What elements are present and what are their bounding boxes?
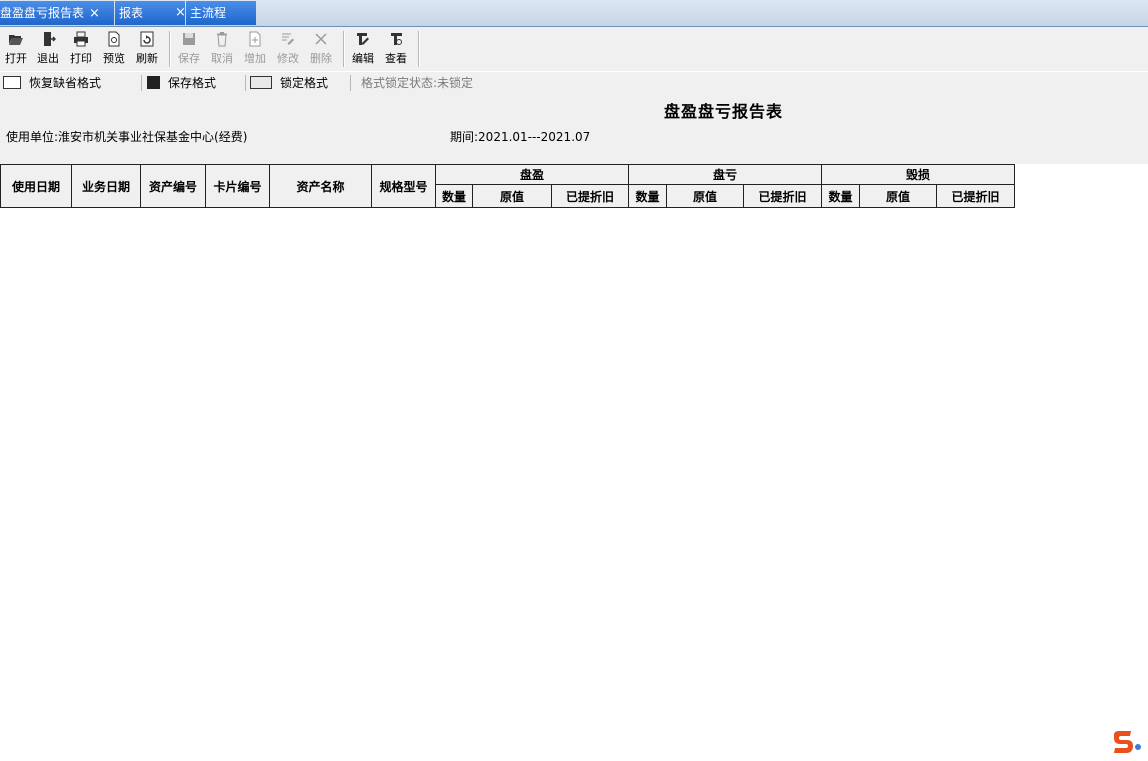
column-header-loss-depreciation[interactable]: 已提折旧 bbox=[744, 185, 822, 208]
toolbar-separator bbox=[169, 31, 171, 67]
edit-button[interactable]: 编辑 bbox=[348, 29, 378, 69]
restore-icon bbox=[3, 76, 21, 89]
delete-button[interactable]: 删除 bbox=[306, 29, 336, 69]
tab-label: 报表 bbox=[119, 6, 144, 20]
column-header-gain-original-value[interactable]: 原值 bbox=[473, 185, 552, 208]
save-format-button[interactable]: 保存格式 bbox=[147, 74, 216, 92]
format-bar: 恢复缺省格式 保存格式 锁定格式 bbox=[0, 72, 1148, 94]
delete-label: 删除 bbox=[310, 52, 332, 65]
edit-pen-icon bbox=[282, 33, 294, 45]
view-report-icon bbox=[391, 33, 402, 45]
save-format-label: 保存格式 bbox=[168, 76, 217, 90]
column-header-damage-depreciation[interactable]: 已提折旧 bbox=[937, 185, 1015, 208]
column-header-use-date[interactable]: 使用日期 bbox=[1, 165, 72, 208]
column-header-asset-name[interactable]: 资产名称 bbox=[270, 165, 372, 208]
input-method-logo-icon[interactable] bbox=[1111, 729, 1141, 755]
print-button[interactable]: 打印 bbox=[66, 29, 96, 69]
preview-label: 预览 bbox=[103, 52, 125, 65]
tab-report-profit-loss[interactable]: 盘盈盘亏报告表 × bbox=[0, 1, 114, 25]
column-header-asset-no[interactable]: 资产编号 bbox=[141, 165, 206, 208]
lock-icon bbox=[250, 76, 272, 89]
lock-format-button[interactable]: 锁定格式 bbox=[250, 74, 328, 92]
report-body bbox=[0, 208, 1148, 761]
exit-button[interactable]: 退出 bbox=[33, 29, 63, 69]
delete-x-icon bbox=[315, 33, 327, 45]
column-header-spec-model[interactable]: 规格型号 bbox=[372, 165, 436, 208]
cancel-label: 取消 bbox=[211, 52, 233, 65]
column-header-gain-depreciation[interactable]: 已提折旧 bbox=[552, 185, 629, 208]
save-disk-icon bbox=[147, 76, 160, 89]
preview-button[interactable]: 预览 bbox=[99, 29, 129, 69]
report-title: 盘盈盘亏报告表 bbox=[664, 102, 784, 121]
column-group-inventory-gain[interactable]: 盘盈 bbox=[436, 165, 629, 185]
edit-label: 编辑 bbox=[352, 52, 374, 65]
close-icon[interactable]: × bbox=[89, 2, 100, 26]
preview-icon bbox=[108, 31, 120, 47]
report-unit: 使用单位:淮安市机关事业社保基金中心(经费) bbox=[6, 130, 248, 144]
toolbar-separator bbox=[343, 31, 345, 67]
format-lock-status: 格式锁定状态:未锁定 bbox=[361, 76, 474, 90]
format-separator bbox=[245, 75, 246, 91]
print-label: 打印 bbox=[70, 52, 92, 65]
add-doc-icon bbox=[249, 31, 261, 47]
refresh-button[interactable]: 刷新 bbox=[132, 29, 162, 69]
cancel-button[interactable]: 取消 bbox=[207, 29, 237, 69]
add-button[interactable]: 增加 bbox=[240, 29, 270, 69]
lock-format-label: 锁定格式 bbox=[280, 76, 329, 90]
format-separator bbox=[141, 75, 142, 91]
restore-default-label: 恢复缺省格式 bbox=[29, 76, 102, 90]
refresh-label: 刷新 bbox=[136, 52, 158, 65]
close-icon[interactable]: × bbox=[175, 1, 186, 25]
column-header-loss-original-value[interactable]: 原值 bbox=[667, 185, 744, 208]
modify-button[interactable]: 修改 bbox=[273, 29, 303, 69]
column-header-gain-qty[interactable]: 数量 bbox=[436, 185, 473, 208]
tab-main-flow[interactable]: × 主流程 bbox=[175, 1, 256, 25]
tab-label: 盘盈盘亏报告表 bbox=[0, 6, 85, 20]
toolbar: 打开 退出 打印 预览 刷新 保存 取消 增加 修改 删除 编辑 查看 bbox=[0, 27, 1148, 71]
open-button[interactable]: 打开 bbox=[1, 29, 31, 69]
column-header-damage-original-value[interactable]: 原值 bbox=[860, 185, 937, 208]
tab-label: 主流程 bbox=[190, 6, 227, 20]
exit-door-icon bbox=[44, 32, 56, 46]
printer-icon bbox=[74, 31, 88, 47]
restore-default-format-button[interactable]: 恢复缺省格式 bbox=[3, 74, 101, 92]
view-button[interactable]: 查看 bbox=[381, 29, 411, 69]
modify-label: 修改 bbox=[277, 52, 299, 65]
save-button[interactable]: 保存 bbox=[174, 29, 204, 69]
report-period: 期间:2021.01---2021.07 bbox=[450, 130, 591, 144]
column-group-inventory-loss[interactable]: 盘亏 bbox=[629, 165, 822, 185]
column-header-business-date[interactable]: 业务日期 bbox=[72, 165, 141, 208]
folder-open-icon bbox=[9, 35, 23, 45]
format-separator bbox=[350, 75, 351, 91]
save-label: 保存 bbox=[178, 52, 200, 65]
column-header-loss-qty[interactable]: 数量 bbox=[629, 185, 667, 208]
column-header-card-no[interactable]: 卡片编号 bbox=[206, 165, 270, 208]
exit-label: 退出 bbox=[37, 52, 59, 65]
tab-bar: 盘盈盘亏报告表 × 报表 × 主流程 bbox=[0, 0, 1148, 27]
column-group-damage[interactable]: 毁损 bbox=[822, 165, 1015, 185]
refresh-icon bbox=[140, 31, 154, 47]
edit-report-icon bbox=[357, 33, 369, 45]
column-header-damage-qty[interactable]: 数量 bbox=[822, 185, 860, 208]
add-label: 增加 bbox=[244, 52, 266, 65]
save-disk-icon bbox=[183, 33, 195, 45]
view-label: 查看 bbox=[385, 52, 407, 65]
trash-icon bbox=[217, 32, 227, 47]
open-label: 打开 bbox=[5, 52, 27, 65]
toolbar-separator bbox=[418, 31, 420, 67]
